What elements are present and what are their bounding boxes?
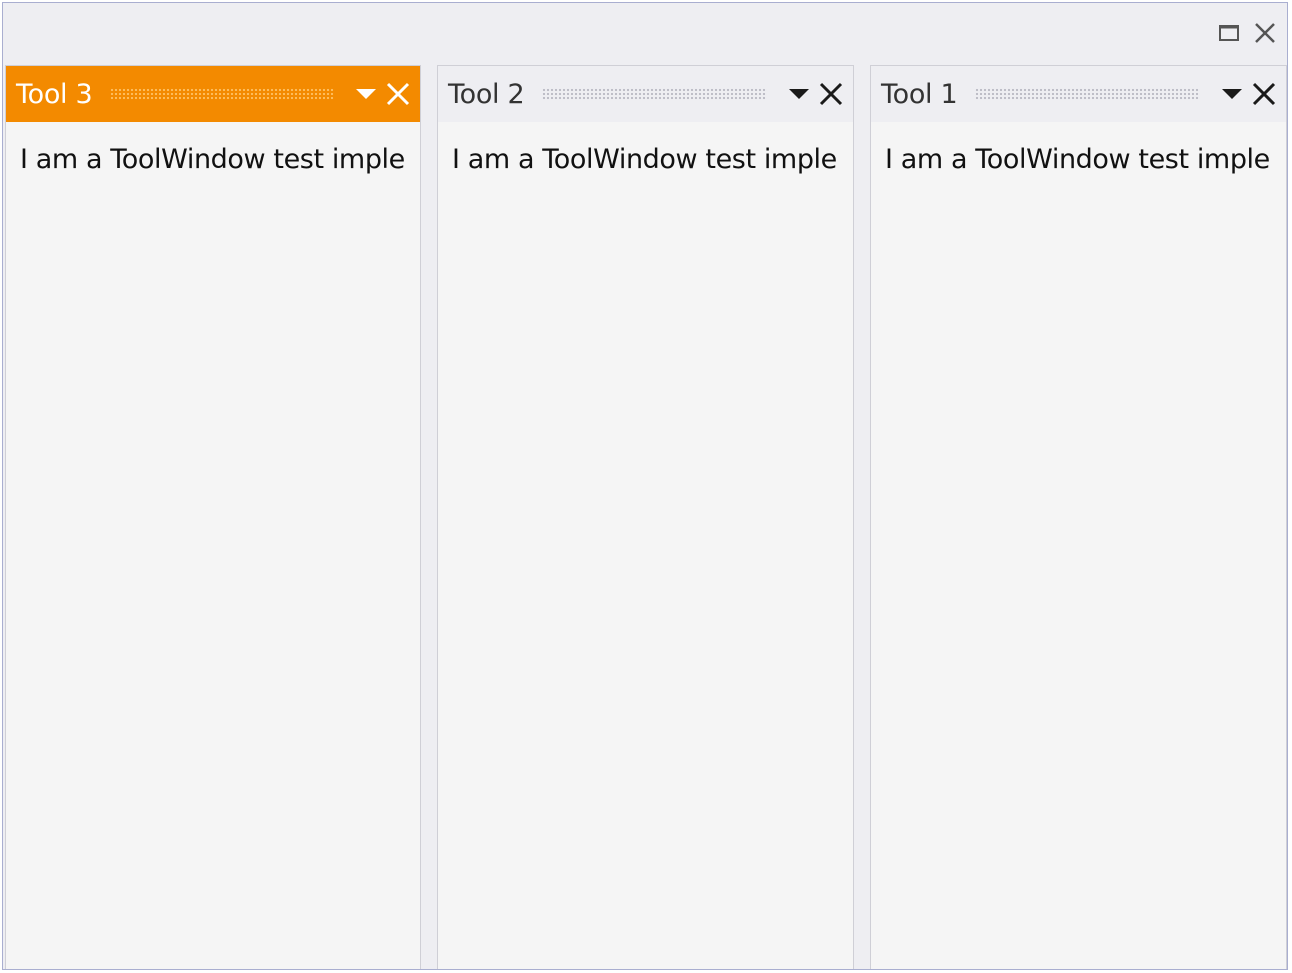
tool-window-1-content: I am a ToolWindow test imple <box>885 144 1270 175</box>
maximize-button[interactable] <box>1215 19 1243 47</box>
drag-grip[interactable] <box>975 88 1200 100</box>
window-controls <box>1215 19 1279 47</box>
drag-grip[interactable] <box>110 88 334 100</box>
maximize-icon <box>1219 25 1239 41</box>
close-icon <box>819 82 843 106</box>
tool-window-2-menu-button[interactable] <box>783 76 815 112</box>
tool-window-2-header[interactable]: Tool 2 <box>438 66 853 122</box>
tool-window-3[interactable]: Tool 3 I am a ToolWindow test imple <box>5 65 421 969</box>
close-icon <box>386 82 410 106</box>
tool-window-1[interactable]: Tool 1 I am a ToolWindow test imple <box>870 65 1287 969</box>
tool-window-3-title: Tool 3 <box>16 78 93 110</box>
drag-grip[interactable] <box>542 88 767 100</box>
tool-window-3-close-button[interactable] <box>382 76 414 112</box>
tool-window-2-content: I am a ToolWindow test imple <box>452 144 837 175</box>
tool-window-3-menu-button[interactable] <box>350 76 382 112</box>
tool-window-1-close-button[interactable] <box>1248 76 1280 112</box>
close-icon <box>1255 23 1275 43</box>
dropdown-arrow-icon <box>356 89 376 99</box>
tool-window-1-menu-button[interactable] <box>1216 76 1248 112</box>
tool-window-3-header[interactable]: Tool 3 <box>6 66 420 122</box>
tool-window-2[interactable]: Tool 2 I am a ToolWindow test imple <box>437 65 854 969</box>
tool-panes: Tool 3 I am a ToolWindow test imple Tool… <box>5 65 1287 969</box>
tool-window-3-content: I am a ToolWindow test imple <box>20 144 405 175</box>
dropdown-arrow-icon <box>1222 89 1242 99</box>
main-window: Tool 3 I am a ToolWindow test imple Tool… <box>2 2 1288 970</box>
tool-window-2-title: Tool 2 <box>448 78 525 110</box>
tool-window-2-close-button[interactable] <box>815 76 847 112</box>
tool-window-1-header[interactable]: Tool 1 <box>871 66 1286 122</box>
dropdown-arrow-icon <box>789 89 809 99</box>
close-icon <box>1252 82 1276 106</box>
window-close-button[interactable] <box>1251 19 1279 47</box>
tool-window-1-title: Tool 1 <box>881 78 958 110</box>
